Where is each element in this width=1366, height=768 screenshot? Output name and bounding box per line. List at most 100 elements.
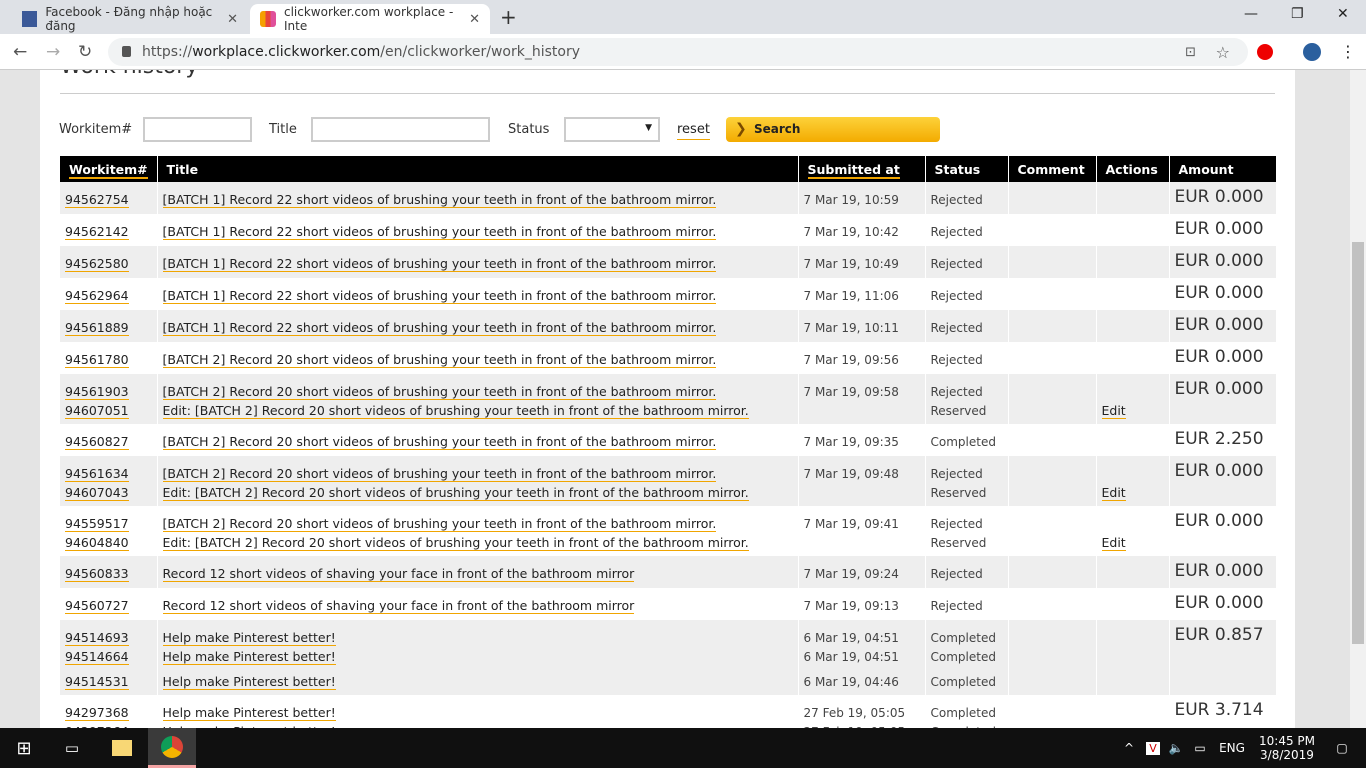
title-link[interactable]: Help make Pinterest better! bbox=[162, 705, 336, 721]
title-link[interactable]: [BATCH 2] Record 20 short videos of brus… bbox=[162, 434, 717, 450]
table-row: 94562580 [BATCH 1] Record 22 short videos… bbox=[60, 246, 1276, 278]
maximize-button[interactable]: ❐ bbox=[1291, 6, 1304, 22]
page-title: Work history bbox=[60, 70, 198, 79]
status-text: Rejected bbox=[930, 517, 983, 531]
workitem-link[interactable]: 94561780 bbox=[65, 352, 129, 368]
workitem-input[interactable] bbox=[143, 117, 252, 142]
network-icon[interactable]: ▭ bbox=[1190, 728, 1210, 768]
workitem-link[interactable]: 94607051 bbox=[65, 403, 129, 419]
workitem-link[interactable]: 94297368 bbox=[65, 705, 129, 721]
notifications-icon[interactable]: ▢ bbox=[1322, 728, 1362, 768]
cell-submitted: 7 Mar 19, 09:35 bbox=[797, 424, 925, 456]
cell-action bbox=[1095, 424, 1169, 456]
language-indicator[interactable]: ENG bbox=[1214, 728, 1250, 768]
title-link[interactable]: Record 12 short videos of shaving your f… bbox=[162, 566, 635, 582]
reset-link[interactable]: reset bbox=[677, 121, 710, 140]
minimize-button[interactable]: — bbox=[1244, 6, 1258, 22]
reload-button[interactable]: ↻ bbox=[78, 42, 92, 62]
workitem-link[interactable]: 94561903 bbox=[65, 384, 129, 400]
close-tab-icon[interactable]: ✕ bbox=[227, 12, 238, 27]
extension-icon[interactable] bbox=[1257, 44, 1273, 60]
header-submitted[interactable]: Submitted at bbox=[797, 156, 925, 182]
title-input[interactable] bbox=[311, 117, 490, 142]
title-link[interactable]: [BATCH 1] Record 22 short videos of brus… bbox=[162, 256, 717, 272]
start-button[interactable]: ⊞ bbox=[0, 728, 48, 768]
title-link[interactable]: Edit: [BATCH 2] Record 20 short videos o… bbox=[162, 485, 749, 501]
title-link[interactable]: Edit: [BATCH 2] Record 20 short videos o… bbox=[162, 535, 749, 551]
scrollbar[interactable] bbox=[1350, 70, 1366, 728]
search-button[interactable]: ❯ Search bbox=[726, 117, 940, 142]
workitem-link[interactable]: 94562580 bbox=[65, 256, 129, 272]
title-link[interactable]: Edit: [BATCH 2] Record 20 short videos o… bbox=[162, 403, 749, 419]
bookmark-star-icon[interactable]: ☆ bbox=[1216, 43, 1230, 62]
title-link[interactable]: [BATCH 2] Record 20 short videos of brus… bbox=[162, 466, 717, 482]
submitted-at: 7 Mar 19, 10:59 bbox=[803, 193, 899, 207]
volume-icon[interactable]: 🔈 bbox=[1166, 728, 1186, 768]
antivirus-tray-icon[interactable]: V bbox=[1143, 728, 1163, 768]
edit-link[interactable]: Edit bbox=[1101, 403, 1126, 419]
tab-clickworker[interactable]: clickworker.com workplace - Inte ✕ bbox=[250, 4, 490, 34]
workitem-link[interactable]: 94562754 bbox=[65, 192, 129, 208]
title-link[interactable]: [BATCH 1] Record 22 short videos of brus… bbox=[162, 224, 717, 240]
table-row: 94562964 [BATCH 1] Record 22 short videos… bbox=[60, 278, 1276, 310]
workitem-link[interactable]: 94561889 bbox=[65, 320, 129, 336]
menu-icon[interactable]: ⋮ bbox=[1340, 42, 1356, 61]
title-link[interactable]: Help make Pinterest better! bbox=[162, 674, 336, 690]
file-explorer-icon[interactable] bbox=[98, 728, 146, 768]
cell-submitted: 7 Mar 19, 09:56 bbox=[797, 342, 925, 374]
amount: EUR 0.000 bbox=[1168, 374, 1276, 424]
tab-facebook[interactable]: Facebook - Đăng nhập hoặc đăng ✕ bbox=[12, 4, 248, 34]
profile-avatar[interactable] bbox=[1303, 43, 1321, 61]
cell-action: Edit bbox=[1095, 456, 1169, 506]
workitem-link[interactable]: 94607043 bbox=[65, 485, 129, 501]
task-view-icon[interactable]: ▭ bbox=[48, 728, 96, 768]
workitem-link[interactable]: 94560727 bbox=[65, 598, 129, 614]
table-row: 94514693 94514664 94514531 Help make Pinter… bbox=[60, 620, 1276, 695]
forward-button[interactable]: → bbox=[46, 42, 60, 62]
new-tab-button[interactable]: + bbox=[500, 5, 517, 29]
cell-title: Record 12 short videos of shaving your f… bbox=[156, 588, 798, 620]
workitem-link[interactable]: 94562964 bbox=[65, 288, 129, 304]
workitem-link[interactable]: 94560827 bbox=[65, 434, 129, 450]
workitem-link[interactable]: 94514664 bbox=[65, 649, 129, 665]
submitted-at: 7 Mar 19, 09:41 bbox=[803, 517, 899, 531]
status-text: Rejected bbox=[930, 321, 983, 335]
cell-action: Edit bbox=[1095, 506, 1169, 556]
title-link[interactable]: [BATCH 1] Record 22 short videos of brus… bbox=[162, 288, 717, 304]
tray-chevron-icon[interactable]: ^ bbox=[1120, 728, 1138, 768]
cell-comment bbox=[1007, 278, 1096, 310]
title-link[interactable]: [BATCH 2] Record 20 short videos of brus… bbox=[162, 352, 717, 368]
title-link[interactable]: Help make Pinterest better! bbox=[162, 630, 336, 646]
title-link[interactable]: [BATCH 1] Record 22 short videos of brus… bbox=[162, 320, 717, 336]
taskbar: ⊞ ▭ ^ V 🔈 ▭ ENG 10:45 PM 3/8/2019 ▢ bbox=[0, 728, 1366, 768]
title-link[interactable]: [BATCH 1] Record 22 short videos of brus… bbox=[162, 192, 717, 208]
cell-comment bbox=[1007, 695, 1096, 728]
workitem-link[interactable]: 94559517 bbox=[65, 516, 129, 532]
close-window-button[interactable]: ✕ bbox=[1337, 6, 1349, 22]
title-link[interactable]: Help make Pinterest better! bbox=[162, 649, 336, 665]
clock[interactable]: 10:45 PM 3/8/2019 bbox=[1256, 728, 1318, 768]
amount: EUR 0.000 bbox=[1168, 246, 1276, 278]
chrome-taskbar-icon[interactable] bbox=[148, 728, 196, 768]
url-input[interactable]: https://workplace.clickworker.com/en/cli… bbox=[108, 38, 1248, 66]
header-title: Title bbox=[156, 156, 798, 182]
workitem-link[interactable]: 94561634 bbox=[65, 466, 129, 482]
workitem-link[interactable]: 94514693 bbox=[65, 630, 129, 646]
status-select[interactable]: ▼ bbox=[564, 117, 660, 142]
edit-link[interactable]: Edit bbox=[1101, 535, 1126, 551]
status-text: Completed bbox=[930, 706, 996, 720]
edit-link[interactable]: Edit bbox=[1101, 485, 1126, 501]
translate-icon[interactable]: ⊡ bbox=[1185, 45, 1196, 60]
page-content: Work history Workitem# Title Status ▼ re… bbox=[40, 70, 1295, 728]
workitem-link[interactable]: 94562142 bbox=[65, 224, 129, 240]
scrollbar-thumb[interactable] bbox=[1352, 242, 1364, 644]
title-link[interactable]: Record 12 short videos of shaving your f… bbox=[162, 598, 635, 614]
workitem-link[interactable]: 94514531 bbox=[65, 674, 129, 690]
title-link[interactable]: [BATCH 2] Record 20 short videos of brus… bbox=[162, 516, 717, 532]
workitem-link[interactable]: 94604840 bbox=[65, 535, 129, 551]
back-button[interactable]: ← bbox=[13, 42, 27, 62]
title-link[interactable]: [BATCH 2] Record 20 short videos of brus… bbox=[162, 384, 717, 400]
close-tab-icon[interactable]: ✕ bbox=[469, 12, 480, 27]
workitem-link[interactable]: 94560833 bbox=[65, 566, 129, 582]
header-workitem[interactable]: Workitem# bbox=[60, 156, 157, 182]
